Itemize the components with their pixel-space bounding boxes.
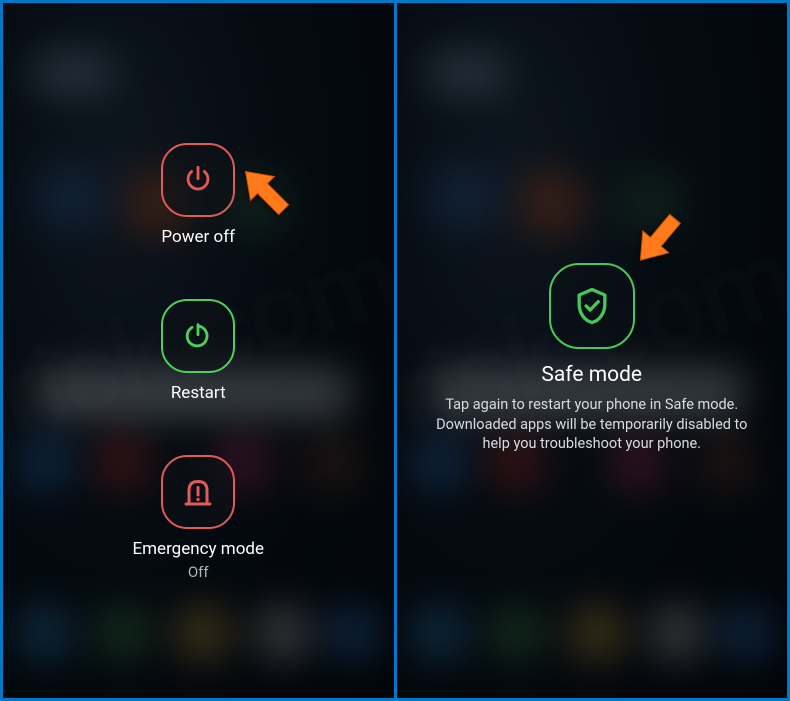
- power-off-button[interactable]: Power off: [161, 143, 235, 247]
- annotation-arrow: [624, 203, 694, 273]
- restart-icon-frame: [161, 299, 235, 373]
- power-icon: [181, 163, 215, 197]
- annotation-arrow: [231, 157, 301, 227]
- power-off-label: Power off: [161, 227, 235, 247]
- emergency-icon-frame: [161, 455, 235, 529]
- screenshot-safe-mode-confirm: risk.com Safe mode Tap again to restart …: [397, 3, 788, 698]
- restart-icon: [181, 319, 215, 353]
- siren-alert-icon: [180, 474, 216, 510]
- emergency-status: Off: [188, 563, 209, 581]
- shield-check-icon: [570, 284, 614, 328]
- emergency-mode-button[interactable]: Emergency mode Off: [132, 455, 264, 581]
- safe-mode-description: Tap again to restart your phone in Safe …: [422, 395, 762, 454]
- screenshot-power-menu: risk.com Power off: [3, 3, 394, 698]
- safe-mode-button[interactable]: [549, 263, 635, 349]
- tutorial-composite: risk.com Power off: [0, 0, 790, 701]
- power-off-icon-frame: [161, 143, 235, 217]
- restart-label: Restart: [171, 383, 226, 403]
- power-menu: Power off: [132, 143, 264, 581]
- emergency-label: Emergency mode: [132, 539, 264, 559]
- safe-mode-title: Safe mode: [541, 363, 642, 387]
- restart-button[interactable]: Restart: [161, 299, 235, 403]
